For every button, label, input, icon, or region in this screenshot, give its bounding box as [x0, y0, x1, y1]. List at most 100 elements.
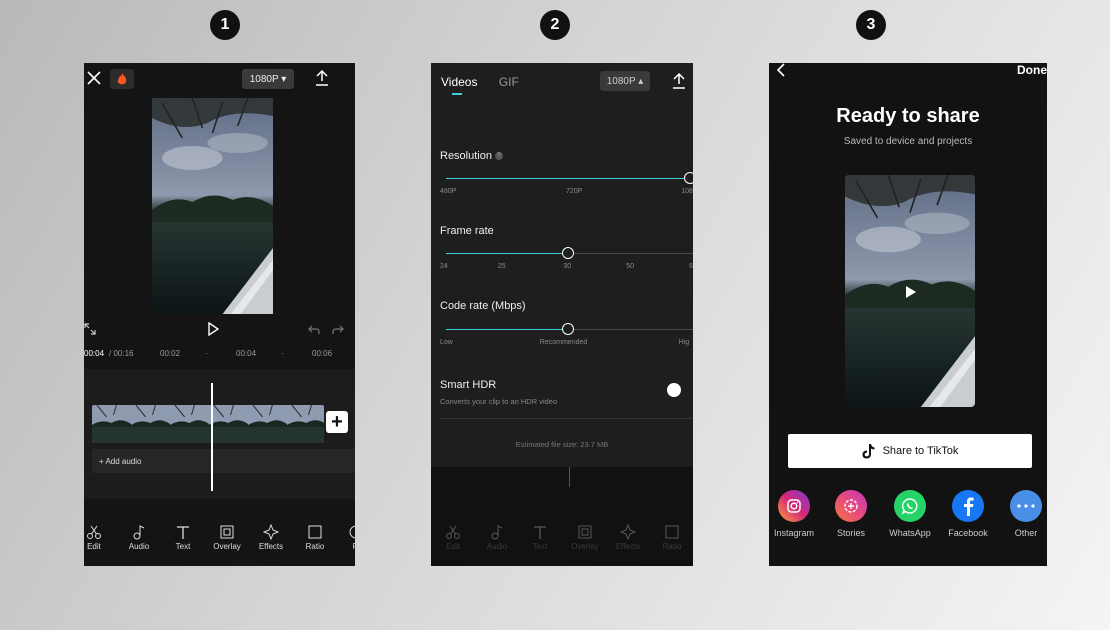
export-icon[interactable] [671, 72, 687, 90]
video-thumbnail[interactable] [845, 175, 975, 407]
share-instagram[interactable]: Instagram [769, 490, 823, 538]
tool-ratio[interactable]: Ratio [295, 524, 335, 551]
resolution-dropdown[interactable]: 1080P ▴ [600, 71, 650, 91]
info-icon[interactable]: ? [495, 152, 504, 161]
share-subtitle: Saved to device and projects [843, 136, 973, 147]
slider-tick-label: Low [440, 339, 453, 346]
fire-icon[interactable] [110, 69, 134, 89]
video-preview[interactable] [152, 98, 273, 314]
close-icon[interactable] [86, 70, 102, 86]
tool-text[interactable]: Text [163, 524, 203, 551]
tool-label: Edit [87, 542, 101, 551]
smart-hdr-toggle[interactable] [667, 383, 681, 397]
share-other[interactable]: Other [997, 490, 1047, 538]
frame-rate-ticks: 24 25 30 50 6 [440, 263, 693, 273]
tool-effects: Effects [608, 524, 648, 551]
undo-icon[interactable] [308, 323, 320, 335]
done-button[interactable]: Done [1017, 63, 1047, 77]
editor-top-bar: 1080P ▾ [84, 63, 355, 97]
add-clip-button[interactable]: + [326, 411, 348, 433]
text-icon [177, 526, 189, 539]
clip-thumbnails [92, 405, 324, 443]
tool-label: Text [532, 542, 548, 551]
music-note-icon [491, 525, 503, 540]
tab-gif[interactable]: GIF [499, 75, 519, 89]
tiktok-icon [862, 443, 875, 458]
fullscreen-icon[interactable] [84, 323, 96, 335]
code-rate-slider[interactable] [446, 323, 693, 335]
share-whatsapp[interactable]: WhatsApp [881, 490, 939, 538]
tool-filter[interactable]: Fi [336, 524, 355, 551]
share-to-tiktok-button[interactable]: Share to TikTok [788, 434, 1032, 468]
slider-knob[interactable] [562, 247, 574, 259]
facebook-icon [952, 490, 984, 522]
back-chevron-icon[interactable] [775, 63, 787, 77]
slider-fill [446, 253, 568, 254]
tool-label: Audio [486, 542, 508, 551]
frame-rate-slider[interactable] [446, 247, 693, 259]
code-rate-label: Code rate (Mbps) [440, 300, 526, 312]
tool-label: Audio [128, 542, 150, 551]
add-audio-button[interactable]: + Add audio [92, 449, 355, 473]
export-settings-screen: Videos GIF 1080P ▴ Resolution ? 480P 720P… [431, 63, 693, 566]
share-title: Ready to share [836, 105, 980, 127]
export-icon[interactable] [314, 69, 330, 87]
tool-label: Effects [258, 542, 284, 551]
share-stories[interactable]: Stories [822, 490, 880, 538]
tool-label: Overlay [213, 542, 241, 551]
tool-edit[interactable]: Edit [84, 524, 114, 551]
lake-scene-image [152, 98, 273, 314]
timeline-track-area[interactable]: + + Add audio [84, 369, 355, 499]
slider-tick-label: 720P [566, 188, 583, 195]
share-label: Stories [836, 528, 865, 538]
ratio-icon [665, 525, 679, 539]
tab-videos[interactable]: Videos [441, 75, 477, 89]
active-tab-indicator [452, 93, 462, 95]
editor-toolbar: Edit Audio Text Overlay Effects Ratio Fi [84, 516, 355, 566]
slider-tick-label: 30 [563, 263, 572, 270]
export-tabs: Videos GIF [441, 75, 537, 89]
step-badge-1: 1 [210, 10, 240, 40]
sparkle-icon [263, 524, 279, 540]
play-icon[interactable] [905, 285, 917, 299]
scissors-icon [446, 525, 460, 539]
tick-label: 00:06 [312, 349, 333, 358]
resolution-title: Resolution [440, 150, 492, 162]
share-facebook[interactable]: Facebook [939, 490, 997, 538]
share-label: Other [1014, 528, 1038, 538]
tool-label: Ratio [305, 542, 325, 551]
ratio-icon [308, 525, 322, 539]
slider-tick-label: 6 [689, 263, 693, 270]
smart-hdr-label: Smart HDR [440, 379, 497, 391]
slider-fill [446, 178, 690, 179]
resolution-dropdown[interactable]: 1080P ▾ [242, 69, 294, 89]
tick-dot: · [281, 349, 284, 358]
slider-tick-label: 24 [440, 263, 448, 270]
tool-label: Text [175, 542, 191, 551]
tick-dot: · [205, 349, 208, 358]
tool-audio[interactable]: Audio [119, 524, 159, 551]
tool-overlay[interactable]: Overlay [207, 524, 247, 551]
overlay-icon [578, 525, 592, 539]
slider-tick-label: 25 [497, 263, 506, 270]
play-icon[interactable] [207, 322, 219, 336]
overlay-icon [220, 525, 234, 539]
editor-screen: 1080P ▾ 00:04 / 00:16 00:02 · 00:04 · 00… [84, 63, 355, 566]
resolution-slider[interactable] [446, 172, 693, 184]
current-time: 00:04 [84, 349, 105, 358]
tool-label: Effects [615, 542, 641, 551]
step-badge-3: 3 [856, 10, 886, 40]
video-clip-track[interactable] [92, 405, 324, 443]
tool-label: Ratio [662, 542, 682, 551]
smart-hdr-description: Converts your clip to an HDR video [440, 397, 558, 406]
playhead[interactable] [211, 383, 213, 491]
slider-knob[interactable] [562, 323, 574, 335]
tool-overlay: Overlay [565, 524, 605, 551]
stories-icon [835, 490, 867, 522]
slider-knob[interactable] [684, 172, 693, 184]
redo-icon[interactable] [332, 323, 344, 335]
share-screen: Done Ready to share Saved to device and … [769, 63, 1047, 566]
tool-effects[interactable]: Effects [251, 524, 291, 551]
frame-rate-label: Frame rate [440, 225, 494, 237]
tick-label: 00:04 [236, 349, 257, 358]
